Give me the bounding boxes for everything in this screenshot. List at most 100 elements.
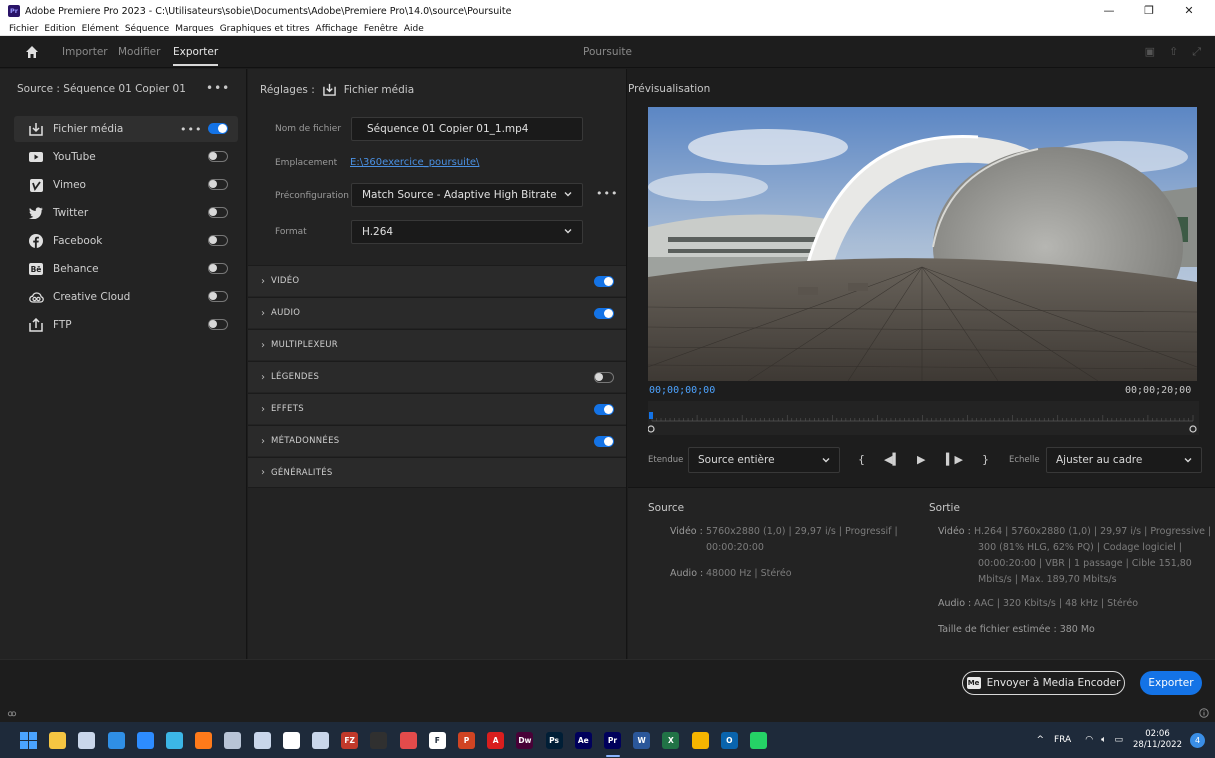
play-icon[interactable]: ▶ [917, 453, 925, 466]
fullscreen-icon[interactable]: ⤢ [1192, 45, 1201, 59]
step-forward-icon[interactable]: ▍▶ [946, 453, 963, 466]
preset-dropdown[interactable]: Match Source - Adaptive High Bitrate [351, 183, 583, 207]
dest-vimeo[interactable]: Vimeo [14, 172, 238, 198]
dest-more-icon[interactable]: ••• [180, 123, 202, 136]
firefox-icon[interactable] [195, 732, 213, 749]
app-icon-3[interactable] [78, 732, 96, 749]
premiere-icon[interactable]: Pr [604, 732, 621, 749]
notification-badge[interactable]: 4 [1190, 732, 1205, 748]
toggle-vimeo[interactable] [208, 179, 228, 190]
dreamweaver-icon[interactable]: Dw [516, 732, 534, 749]
wifi-icon[interactable]: ◠ [1085, 735, 1093, 745]
toggle-twitter[interactable] [208, 207, 228, 218]
filename-input[interactable]: Séquence 01 Copier 01_1.mp4 [351, 117, 583, 141]
scale-dropdown[interactable]: Ajuster au cadre [1046, 447, 1202, 473]
app-icon-14[interactable] [399, 732, 417, 749]
menu-affichage[interactable]: Affichage [316, 24, 358, 34]
quick-export-icon[interactable]: ▣ [1145, 45, 1155, 59]
file-explorer-icon[interactable] [49, 732, 67, 749]
app-icon-9[interactable] [253, 732, 271, 749]
toggle-metadonnees[interactable] [594, 436, 614, 447]
creative-cloud-status-icon[interactable] [7, 709, 17, 718]
chevron-down-icon [564, 229, 572, 234]
section-audio[interactable]: › AUDIO [248, 297, 626, 328]
menu-marques[interactable]: Marques [175, 24, 213, 34]
dest-youtube[interactable]: YouTube [14, 144, 238, 170]
chevron-down-icon [564, 192, 572, 197]
tray-overflow-icon[interactable]: ^ [1036, 735, 1044, 745]
dest-fichier-media[interactable]: Fichier média ••• [14, 116, 238, 142]
range-dropdown[interactable]: Source entière [688, 447, 840, 473]
step-back-icon[interactable]: ◀▍ [884, 453, 901, 466]
export-button[interactable]: Exporter [1140, 671, 1202, 695]
minimize-button[interactable]: — [1089, 0, 1129, 22]
taskbar-clock[interactable]: 02:06 28/11/2022 [1133, 729, 1182, 751]
toggle-ftp[interactable] [208, 319, 228, 330]
calculator-icon[interactable] [224, 732, 242, 749]
app-icon-11[interactable] [312, 732, 329, 749]
source-more-icon[interactable]: ••• [206, 81, 230, 95]
toggle-legendes[interactable] [594, 372, 614, 383]
toggle-creative-cloud[interactable] [208, 291, 228, 302]
dest-behance[interactable]: Bē Behance [14, 256, 238, 282]
outlook-icon[interactable]: O [720, 732, 738, 749]
excel-icon[interactable]: X [662, 732, 680, 749]
output-video-label: Vidéo : [938, 526, 971, 537]
info-icon[interactable] [1199, 708, 1209, 718]
section-legendes[interactable]: › LÉGENDES [248, 361, 626, 392]
timeline-scrubber[interactable] [648, 401, 1199, 435]
toggle-fichier-media[interactable] [208, 123, 228, 134]
send-to-media-encoder-button[interactable]: Me Envoyer à Media Encoder [962, 671, 1125, 695]
windows-start-icon[interactable] [20, 732, 37, 749]
chevron-down-icon [822, 458, 830, 463]
menu-sequence[interactable]: Séquence [125, 24, 169, 34]
section-metadonnees[interactable]: › MÉTADONNÉES [248, 425, 626, 456]
obs-icon[interactable] [370, 732, 388, 749]
menu-element[interactable]: Elément [82, 24, 119, 34]
format-label: Format [275, 227, 307, 237]
app-icon-10[interactable] [282, 732, 300, 749]
menu-fenetre[interactable]: Fenêtre [364, 24, 398, 34]
volume-icon[interactable]: 🔈︎ [1101, 735, 1106, 745]
restore-button[interactable]: ❐ [1129, 0, 1169, 22]
word-icon[interactable]: W [633, 732, 651, 749]
whatsapp-icon[interactable] [750, 732, 767, 749]
mark-in-icon[interactable]: { [858, 453, 865, 466]
format-dropdown[interactable]: H.264 [351, 220, 583, 244]
powerpoint-icon[interactable]: P [458, 732, 475, 749]
dest-ftp[interactable]: FTP [14, 312, 238, 338]
section-multiplexeur[interactable]: › MULTIPLEXEUR [248, 329, 626, 360]
zoom-icon[interactable] [136, 732, 154, 749]
section-effets[interactable]: › EFFETS [248, 393, 626, 424]
dest-twitter[interactable]: Twitter [14, 200, 238, 226]
battery-icon[interactable]: ▭ [1114, 735, 1123, 745]
share-icon[interactable]: ⇧ [1169, 45, 1178, 59]
menu-aide[interactable]: Aide [404, 24, 424, 34]
acrobat-icon[interactable]: A [487, 732, 505, 749]
menu-fichier[interactable]: Fichier [9, 24, 38, 34]
toggle-facebook[interactable] [208, 235, 228, 246]
filezilla-icon[interactable]: FZ [341, 732, 359, 749]
section-generalites[interactable]: › GÉNÉRALITÉS [248, 457, 626, 488]
dest-facebook[interactable]: Facebook [14, 228, 238, 254]
section-video[interactable]: › VIDÉO [248, 265, 626, 296]
preset-more-icon[interactable]: ••• [596, 187, 618, 200]
close-button[interactable]: ✕ [1169, 0, 1209, 22]
toggle-effets[interactable] [594, 404, 614, 415]
chrome-icon[interactable] [691, 732, 709, 749]
app-icon-4[interactable] [107, 732, 125, 749]
after-effects-icon[interactable]: Ae [574, 732, 592, 749]
menu-graphiques[interactable]: Graphiques et titres [220, 24, 310, 34]
dest-creative-cloud[interactable]: Creative Cloud [14, 284, 238, 310]
mark-out-icon[interactable]: } [982, 453, 989, 466]
toggle-video[interactable] [594, 276, 614, 287]
location-link[interactable]: E:\360exercice_poursuite\ [350, 157, 479, 168]
photoshop-icon[interactable]: Ps [545, 732, 563, 749]
input-language[interactable]: FRA [1054, 735, 1071, 745]
toggle-audio[interactable] [594, 308, 614, 319]
app-icon-6[interactable] [166, 732, 183, 749]
app-icon-15[interactable]: F [428, 732, 446, 749]
toggle-behance[interactable] [208, 263, 228, 274]
toggle-youtube[interactable] [208, 151, 228, 162]
menu-edition[interactable]: Edition [44, 24, 75, 34]
